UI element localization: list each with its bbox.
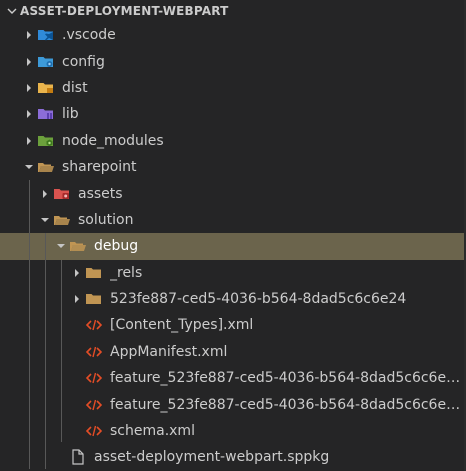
tree-item[interactable]: assets <box>0 180 466 206</box>
tree-item-label: sharepoint <box>62 159 137 176</box>
tree-item[interactable]: sharepoint <box>0 154 466 180</box>
node-modules-folder-icon <box>37 133 55 149</box>
tree-item[interactable]: [Content_Types].xml <box>0 312 466 338</box>
chevron-right-icon[interactable] <box>21 106 37 122</box>
tree-item-label: solution <box>78 211 134 228</box>
tree-item[interactable]: schema.xml <box>0 418 466 444</box>
tree-item-label: lib <box>62 106 79 123</box>
xml-file-icon <box>85 423 103 439</box>
tree-item-label: schema.xml <box>110 423 195 440</box>
xml-file-icon <box>85 344 103 360</box>
tree-item[interactable]: 523fe887-ced5-4036-b564-8dad5c6c6e24 <box>0 286 466 312</box>
chevron-down-icon[interactable] <box>21 159 37 175</box>
xml-file-icon <box>85 370 103 386</box>
chevron-down-icon[interactable] <box>53 238 69 254</box>
assets-folder-icon <box>53 186 71 202</box>
tree-item[interactable]: .vscode <box>0 22 466 48</box>
folder-open-icon <box>37 159 55 175</box>
tree-item-label: _rels <box>110 264 143 281</box>
tree-item-label: debug <box>94 238 139 255</box>
vscode-folder-icon <box>37 27 55 43</box>
tree-item[interactable]: AppManifest.xml <box>0 339 466 365</box>
tree-item[interactable]: solution <box>0 207 466 233</box>
tree-item-label: config <box>62 53 105 70</box>
indent-guide <box>61 259 62 443</box>
tree-item-label: .vscode <box>62 27 116 44</box>
dist-folder-icon <box>37 80 55 96</box>
tree-item-label: [Content_Types].xml <box>110 317 254 334</box>
tree-item-label: AppManifest.xml <box>110 343 228 360</box>
tree-item[interactable]: lib <box>0 101 466 127</box>
chevron-right-icon[interactable] <box>21 27 37 43</box>
chevron-right-icon[interactable] <box>21 54 37 70</box>
tree-item[interactable]: _rels <box>0 260 466 286</box>
tree-item[interactable]: debug <box>0 233 466 260</box>
xml-file-icon <box>85 397 103 413</box>
explorer-section-header[interactable]: ASSET-DEPLOYMENT-WEBPART <box>0 0 466 22</box>
tree-item-label: assets <box>78 185 123 202</box>
folder-open-icon <box>69 238 87 254</box>
folder-open-icon <box>53 212 71 228</box>
tree-item[interactable]: node_modules <box>0 128 466 154</box>
indent-guide <box>29 180 30 469</box>
file-explorer: ASSET-DEPLOYMENT-WEBPART .vscode config di… <box>0 0 466 471</box>
explorer-section-title: ASSET-DEPLOYMENT-WEBPART <box>20 4 229 18</box>
tree-item-label: feature_523fe887-ced5-4036-b564-8dad5c6c… <box>110 370 466 387</box>
tree-item[interactable]: asset-deployment-webpart.sppkg <box>0 444 466 470</box>
chevron-right-icon[interactable] <box>69 291 85 307</box>
tree-item-label: feature_523fe887-ced5-4036-b564-8dad5c6c… <box>110 396 466 413</box>
chevron-right-icon[interactable] <box>37 186 53 202</box>
chevron-down-icon <box>4 3 20 19</box>
chevron-down-icon[interactable] <box>37 212 53 228</box>
chevron-right-icon[interactable] <box>21 133 37 149</box>
tree-item-label: 523fe887-ced5-4036-b564-8dad5c6c6e24 <box>110 291 407 308</box>
config-folder-icon <box>37 54 55 70</box>
tree-item[interactable]: feature_523fe887-ced5-4036-b564-8dad5c6c… <box>0 365 466 391</box>
tree-item[interactable]: config <box>0 48 466 74</box>
tree-item[interactable]: dist <box>0 75 466 101</box>
chevron-right-icon[interactable] <box>69 265 85 281</box>
indent-guide <box>45 233 46 469</box>
folder-icon <box>85 265 103 281</box>
tree-item-label: node_modules <box>62 132 164 149</box>
xml-file-icon <box>85 317 103 333</box>
file-icon <box>69 449 87 466</box>
tree-item[interactable]: feature_523fe887-ced5-4036-b564-8dad5c6c… <box>0 391 466 417</box>
chevron-right-icon[interactable] <box>21 80 37 96</box>
file-tree: .vscode config dist lib node_modules sharepoi… <box>0 22 466 471</box>
tree-item-label: asset-deployment-webpart.sppkg <box>94 449 330 466</box>
folder-icon <box>85 291 103 307</box>
tree-item-label: dist <box>62 79 88 96</box>
lib-folder-icon <box>37 106 55 122</box>
